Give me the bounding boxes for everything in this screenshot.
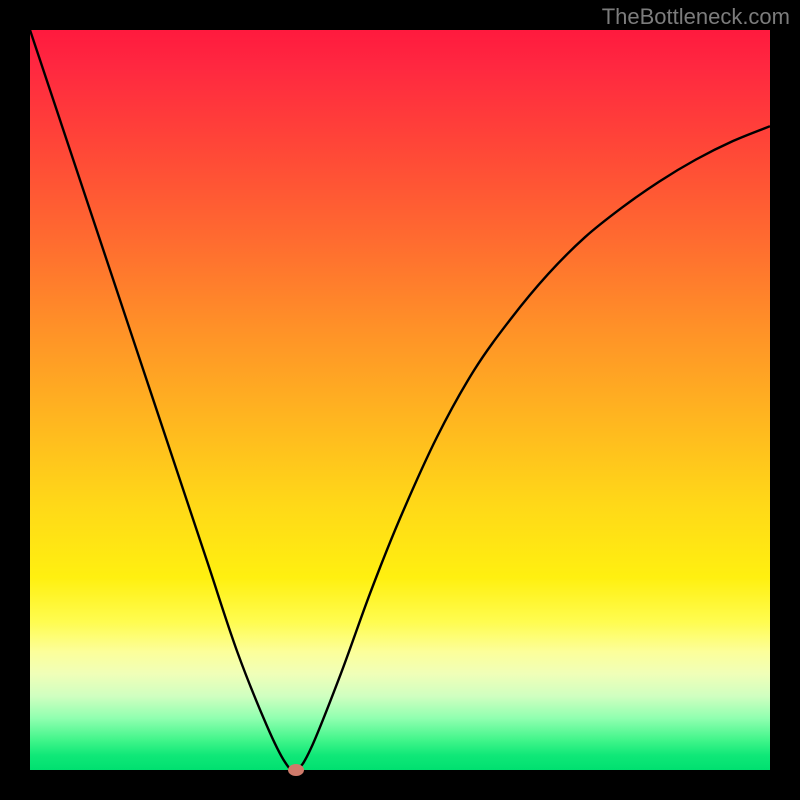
minimum-marker-dot [288, 764, 304, 776]
watermark-text: TheBottleneck.com [602, 4, 790, 30]
plot-area [30, 30, 770, 770]
chart-container: TheBottleneck.com [0, 0, 800, 800]
bottleneck-curve-path [30, 30, 770, 770]
bottleneck-curve-svg [30, 30, 770, 770]
